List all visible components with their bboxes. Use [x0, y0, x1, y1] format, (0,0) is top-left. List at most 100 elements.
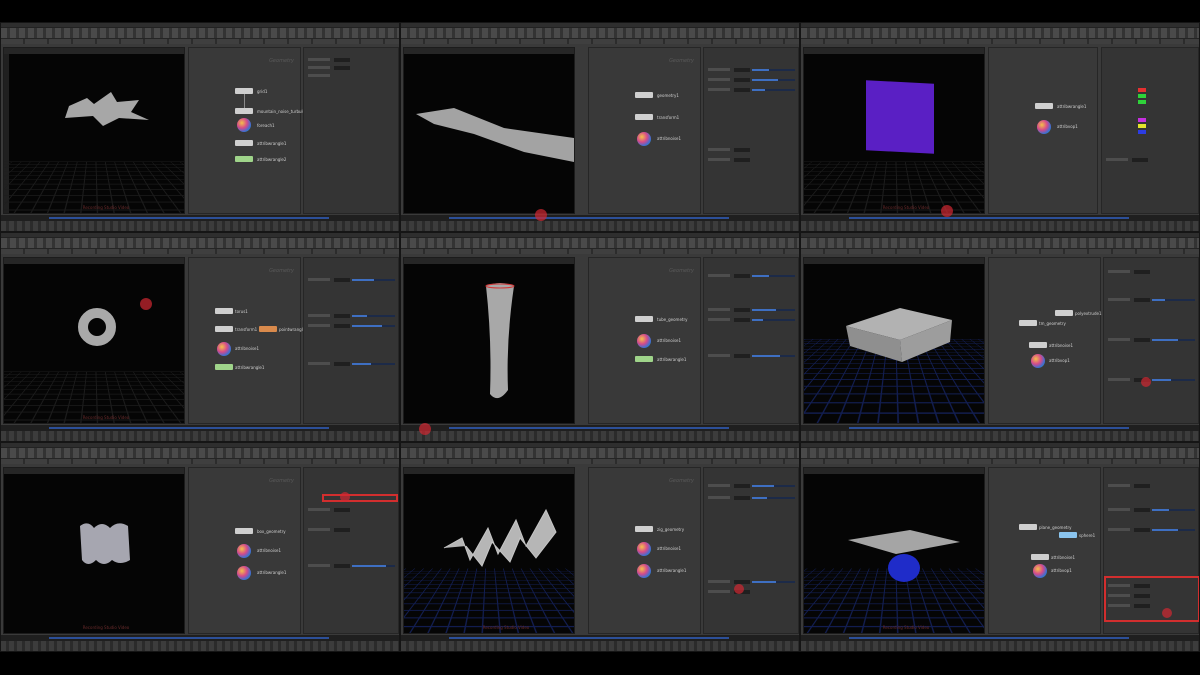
param-row[interactable] [1108, 508, 1195, 512]
param-row[interactable] [708, 158, 795, 162]
playback-controls[interactable] [801, 431, 1199, 441]
param-row[interactable] [708, 78, 795, 82]
node-output[interactable] [215, 364, 233, 370]
param-row[interactable] [708, 484, 795, 488]
node-sphere[interactable] [1059, 532, 1077, 538]
network-editor[interactable]: tm_geometry polyextrude1 attribnoise1 at… [988, 257, 1102, 424]
param-row[interactable] [308, 564, 395, 568]
playback-controls[interactable] [401, 221, 799, 231]
network-editor[interactable]: Geometry zig_geometry attribnoise1 attri… [588, 467, 701, 634]
network-editor[interactable]: Geometry box_geometry attribnoise1 attri… [188, 467, 301, 634]
node-wrangle[interactable] [1035, 103, 1053, 109]
scene-viewport[interactable] [403, 467, 575, 634]
color-swatch-green[interactable] [1138, 94, 1146, 98]
node-transform[interactable] [215, 326, 233, 332]
parameter-pane[interactable] [703, 467, 799, 634]
network-editor[interactable]: plane_geometry sphere1 attribnoise1 attr… [988, 467, 1101, 634]
pane-tabs[interactable] [801, 459, 1199, 464]
node-torus[interactable] [215, 308, 233, 314]
playback-controls[interactable] [401, 431, 799, 441]
node-icon[interactable] [237, 544, 251, 558]
playback-controls[interactable] [401, 641, 799, 651]
shelf-toolbar[interactable] [401, 28, 799, 39]
scene-viewport[interactable] [3, 47, 185, 214]
shelf-toolbar[interactable] [1, 28, 399, 39]
parameter-pane[interactable] [703, 47, 799, 214]
node-box[interactable] [235, 528, 253, 534]
param-row[interactable] [1108, 584, 1195, 588]
highlighted-parameter-group[interactable] [1104, 576, 1199, 622]
parameter-pane[interactable] [1103, 467, 1199, 634]
shelf-toolbar[interactable] [1, 448, 399, 459]
param-row[interactable] [708, 318, 795, 322]
shelf-toolbar[interactable] [401, 238, 799, 249]
node-icon[interactable] [1037, 120, 1051, 134]
node-plane[interactable] [1019, 524, 1037, 530]
viewport-toolbar[interactable] [404, 468, 574, 474]
param-row[interactable] [708, 68, 795, 72]
pane-tabs[interactable] [1, 249, 399, 254]
parameter-pane[interactable] [303, 47, 399, 214]
param-row[interactable] [1108, 338, 1195, 342]
shelf-toolbar[interactable] [801, 28, 1199, 39]
node-icon[interactable] [637, 334, 651, 348]
param-row[interactable] [308, 66, 395, 70]
param-row[interactable] [708, 88, 795, 92]
network-editor[interactable]: Geometry geometry1 transform1 attribnois… [588, 47, 701, 214]
param-row[interactable] [708, 148, 795, 152]
scene-viewport[interactable] [3, 257, 185, 424]
shelf-toolbar[interactable] [401, 448, 799, 459]
color-swatch-blue[interactable] [1138, 130, 1146, 134]
param-row[interactable] [1108, 270, 1195, 274]
viewport-toolbar[interactable] [4, 258, 184, 264]
node-transform[interactable] [635, 114, 653, 120]
param-row[interactable] [308, 314, 395, 318]
node-noise[interactable] [1031, 554, 1049, 560]
network-editor[interactable]: attribwrangle1 attribvop1 [988, 47, 1098, 214]
param-row[interactable] [308, 74, 395, 78]
param-row[interactable] [1108, 298, 1195, 302]
playback-controls[interactable] [801, 221, 1199, 231]
param-row[interactable] [708, 496, 795, 500]
node-icon[interactable] [637, 132, 651, 146]
pane-tabs[interactable] [401, 459, 799, 464]
param-row[interactable] [308, 278, 395, 282]
color-swatch-green[interactable] [1138, 100, 1146, 104]
playback-controls[interactable] [801, 641, 1199, 651]
scene-viewport[interactable] [3, 467, 185, 634]
param-row[interactable] [308, 58, 395, 62]
node-output[interactable] [635, 356, 653, 362]
param-row[interactable] [308, 528, 395, 532]
node-icon[interactable] [237, 118, 251, 132]
node-mountain[interactable] [235, 108, 253, 114]
param-row[interactable] [1108, 604, 1195, 608]
param-row[interactable] [708, 580, 795, 584]
scene-viewport[interactable] [803, 47, 985, 214]
param-row[interactable] [1106, 158, 1195, 162]
parameter-pane[interactable] [303, 467, 399, 634]
viewport-toolbar[interactable] [804, 48, 984, 54]
param-row[interactable] [1108, 484, 1195, 488]
node-output[interactable] [235, 156, 253, 162]
playback-controls[interactable] [1, 431, 399, 441]
node-zig[interactable] [635, 526, 653, 532]
param-row[interactable] [1108, 528, 1195, 532]
scene-viewport[interactable] [403, 257, 575, 424]
viewport-toolbar[interactable] [804, 258, 984, 264]
network-editor[interactable]: Geometry tube_geometry attribnoise1 attr… [588, 257, 701, 424]
parameter-pane[interactable] [1103, 257, 1199, 424]
param-row[interactable] [308, 508, 395, 512]
parameter-pane[interactable] [1101, 47, 1199, 214]
node-tm[interactable] [1019, 320, 1037, 326]
node-icon[interactable] [637, 542, 651, 556]
param-row[interactable] [708, 308, 795, 312]
viewport-toolbar[interactable] [4, 48, 184, 54]
node-polyextrude[interactable] [1055, 310, 1073, 316]
shelf-toolbar[interactable] [801, 448, 1199, 459]
highlighted-parameter[interactable] [322, 494, 398, 502]
param-row[interactable] [308, 362, 395, 366]
param-row[interactable] [1108, 378, 1195, 382]
node-icon[interactable] [637, 564, 651, 578]
playback-controls[interactable] [1, 641, 399, 651]
viewport-toolbar[interactable] [4, 468, 184, 474]
